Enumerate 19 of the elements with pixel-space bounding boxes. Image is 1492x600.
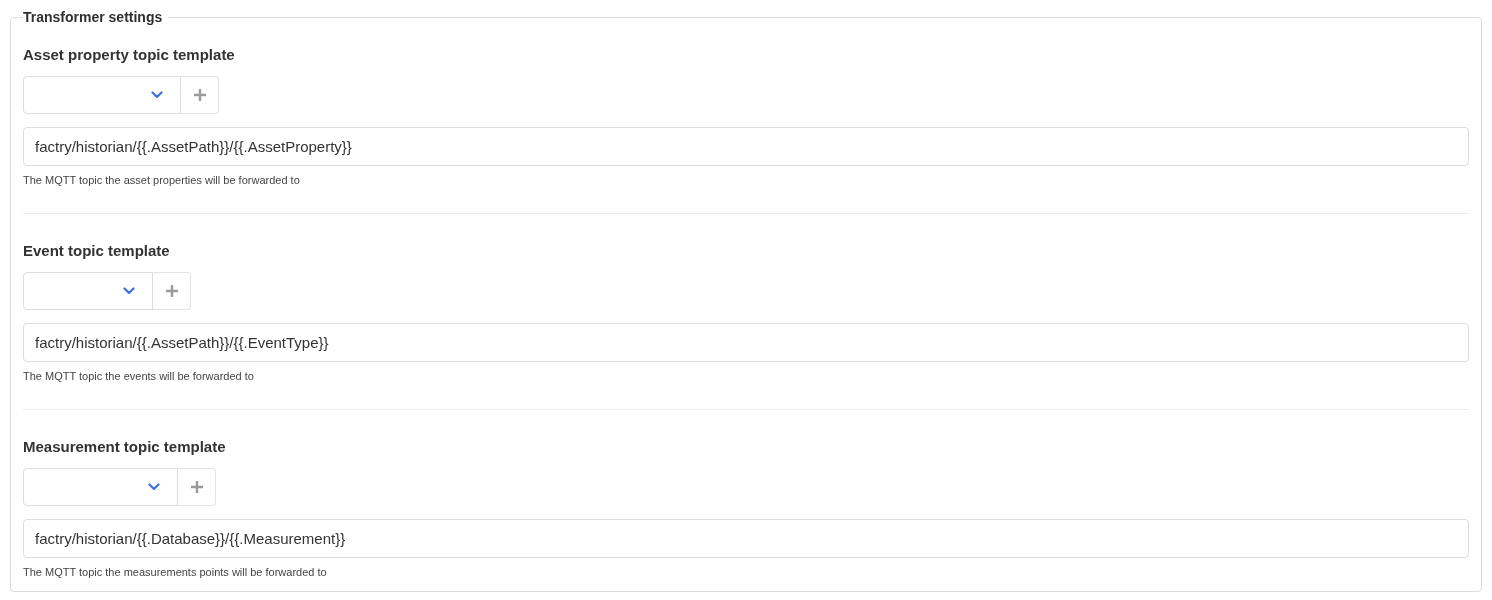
field-label: Asset property topic template xyxy=(23,45,235,65)
chevron-down-icon xyxy=(148,483,160,491)
field-label: Measurement topic template xyxy=(23,437,226,457)
plus-icon xyxy=(164,284,179,298)
topic-field[interactable]: factry/historian/{{.AssetPath}}/{{.AssetProperty}} xyxy=(23,127,1469,166)
help-text: The MQTT topic the measurements points will be forwarded to xyxy=(23,565,327,580)
panel-legend: Transformer settings xyxy=(23,7,169,27)
add-button[interactable] xyxy=(181,76,219,114)
add-button[interactable] xyxy=(178,468,216,506)
chevron-down-icon xyxy=(151,91,163,99)
add-button[interactable] xyxy=(153,272,191,310)
topic-field[interactable]: factry/historian/{{.AssetPath}}/{{.EventType}} xyxy=(23,323,1469,362)
chevron-down-icon xyxy=(123,287,135,295)
help-text: The MQTT topic the asset properties will be forwarded to xyxy=(23,173,300,188)
plus-icon xyxy=(192,88,207,102)
help-text: The MQTT topic the events will be forwarded to xyxy=(23,369,254,384)
plus-icon xyxy=(189,480,204,494)
field-label: Event topic template xyxy=(23,241,170,261)
topic-field[interactable]: factry/historian/{{.Database}}/{{.Measurement}} xyxy=(23,519,1469,558)
